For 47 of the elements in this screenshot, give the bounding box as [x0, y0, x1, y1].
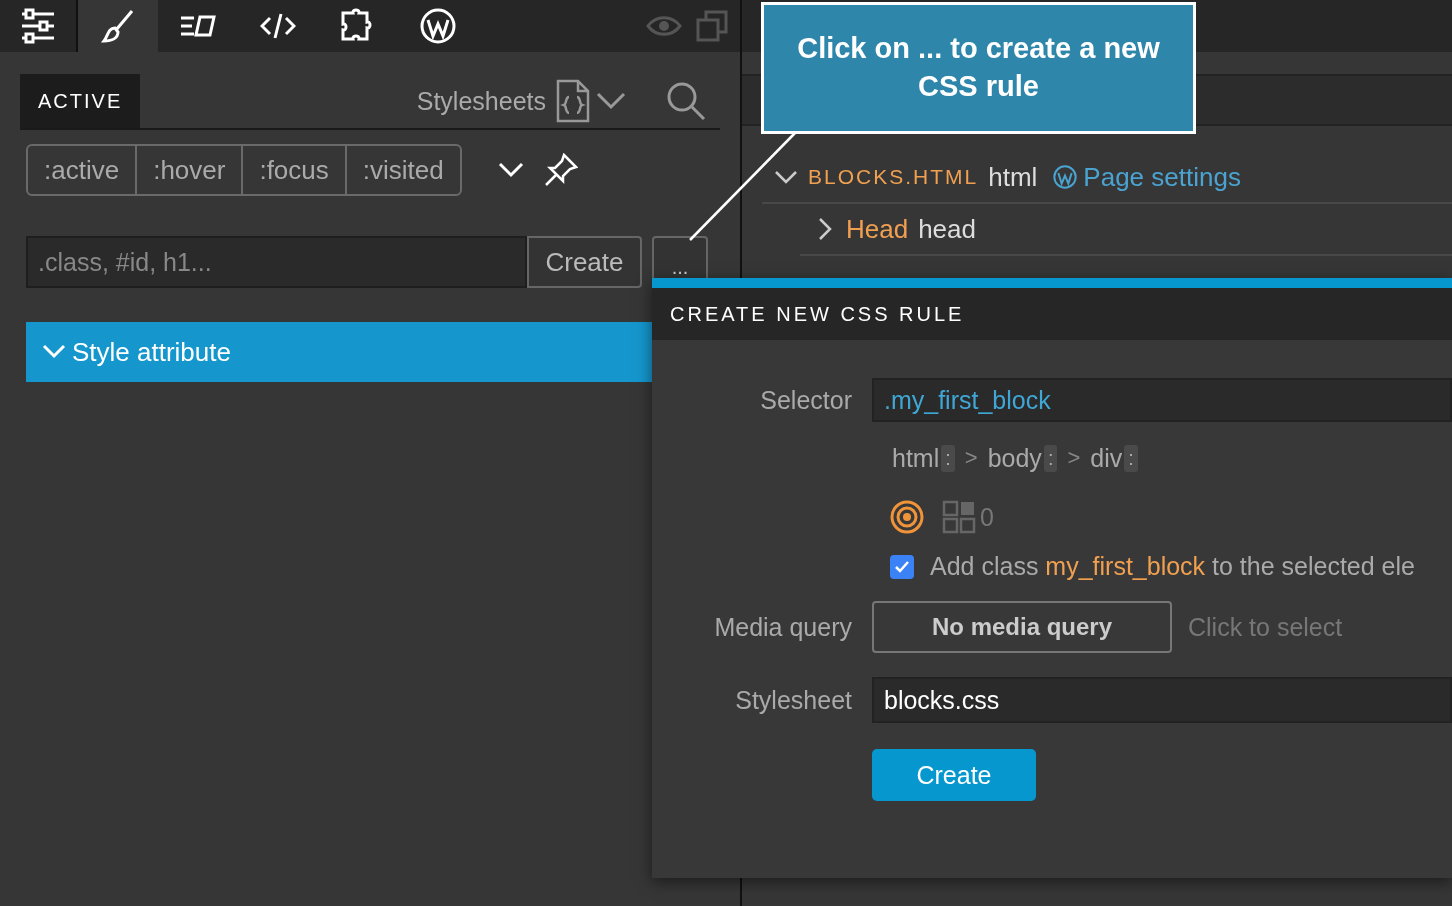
match-count: 0 — [980, 502, 994, 532]
node-tag: html — [988, 161, 1038, 193]
crumb-separator: > — [1067, 445, 1081, 471]
media-hint: Click to select — [1188, 612, 1343, 642]
stylesheet-field[interactable]: blocks.css — [872, 677, 1452, 723]
field-label: Media query — [713, 612, 852, 642]
pin-icon[interactable] — [543, 153, 578, 187]
element-crumb[interactable]: div — [1090, 443, 1123, 473]
checkmark-icon — [894, 559, 910, 574]
pseudo-badge[interactable]: : — [941, 444, 955, 472]
element-crumb[interactable]: html — [892, 443, 940, 473]
pseudo-class-toggle[interactable]: :active — [28, 146, 136, 194]
dialog-title: CREATE NEW CSS RULE — [652, 288, 1452, 340]
grid-icon — [942, 500, 976, 534]
field-label: Stylesheet — [734, 685, 852, 715]
element-crumb[interactable]: body — [987, 443, 1042, 473]
toolbar-tab[interactable] — [78, 0, 158, 52]
crumb-separator: > — [964, 445, 978, 471]
create-button[interactable]: Create — [872, 749, 1036, 801]
stylesheet-file-icon[interactable] — [556, 79, 590, 123]
panel-tab[interactable]: ACTIVE — [20, 74, 141, 128]
checkbox[interactable] — [890, 554, 914, 579]
search-icon[interactable] — [666, 81, 706, 121]
callout-tooltip: Click on ... to create a new CSS rule — [761, 2, 1196, 134]
selector-field[interactable]: .my_first_block — [872, 378, 1452, 422]
add-class-text: Add class my_first_block to the selected ele — [930, 552, 1415, 581]
selector-input-field[interactable]: .class, #id, h1... — [26, 236, 527, 288]
pseudo-class-toggle[interactable]: :visited — [344, 146, 460, 194]
media-query-button[interactable]: No media query — [872, 601, 1172, 653]
pseudo-class-toggle[interactable]: :hover — [135, 146, 242, 194]
pseudo-badge[interactable]: : — [1124, 444, 1138, 472]
pseudo-class-toggle[interactable]: :focus — [241, 146, 345, 194]
wordpress-icon — [420, 8, 456, 44]
wordpress-icon — [1053, 165, 1078, 189]
sliders-icon — [20, 8, 56, 44]
pseudo-badge[interactable]: : — [1043, 444, 1058, 472]
node-tag: head — [918, 213, 976, 245]
section-header[interactable]: Style attribute — [26, 322, 652, 382]
page-settings-link[interactable]: Page settings — [1053, 161, 1241, 193]
target-icon — [890, 500, 924, 534]
node-name[interactable]: Head — [846, 213, 909, 245]
create-button[interactable]: Create — [527, 236, 642, 288]
field-label: Selector — [759, 385, 852, 415]
brush-icon — [100, 8, 136, 44]
node-name[interactable]: BLOCKS.HTML — [808, 165, 979, 189]
chevron-down-icon — [42, 344, 66, 360]
stylesheets-label[interactable]: Stylesheets — [416, 86, 546, 116]
